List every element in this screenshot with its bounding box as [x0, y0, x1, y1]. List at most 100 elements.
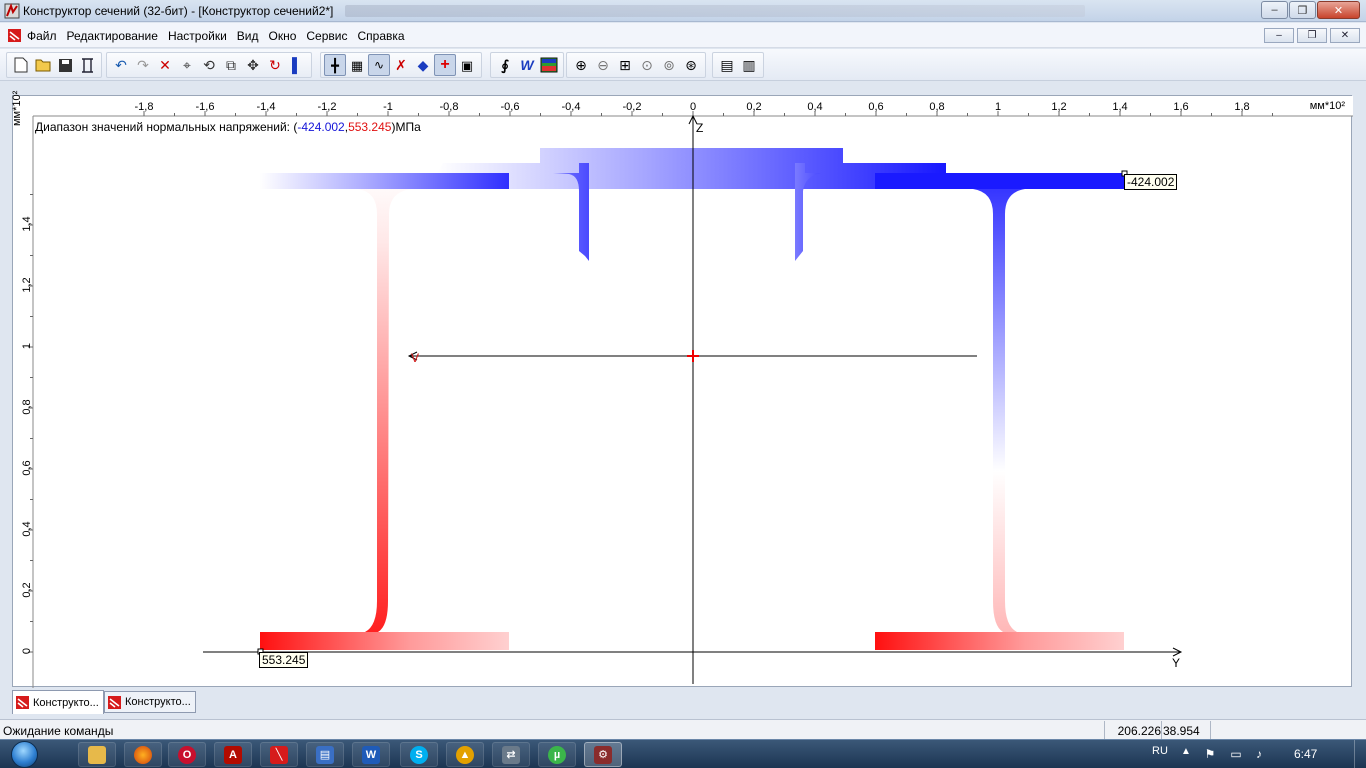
point-icon[interactable]: ◆: [412, 54, 434, 76]
rotate-node-icon[interactable]: ⟲: [198, 54, 220, 76]
y-ruler-tick-label: 0: [21, 647, 33, 655]
x-ruler-tick-label: 0,6: [868, 101, 884, 113]
report-icon[interactable]: ▥: [738, 54, 760, 76]
move-icon[interactable]: ✥: [242, 54, 264, 76]
y-ruler-tick-label: 0,4: [21, 521, 33, 537]
folder-icon: [88, 745, 106, 764]
stress-map-icon[interactable]: [538, 54, 560, 76]
title-bar: Конструктор сечений (32-бит) - [Конструк…: [0, 0, 1366, 22]
properties-icon[interactable]: ▤: [716, 54, 738, 76]
word-export-icon[interactable]: W: [516, 54, 538, 76]
zoom-prev-icon[interactable]: ⊙: [636, 54, 658, 76]
redo-icon[interactable]: ↷: [132, 54, 154, 76]
document-icon[interactable]: [8, 29, 21, 42]
x-ruler-tick-label: -0,2: [622, 101, 642, 113]
show-desktop-button[interactable]: [1354, 740, 1366, 768]
start-button[interactable]: [6, 740, 42, 768]
x-ruler-tick-label: 1: [994, 101, 1002, 113]
clip-icon[interactable]: ∮: [494, 54, 516, 76]
mdi-close-button[interactable]: ✕: [1330, 28, 1360, 43]
clock[interactable]: 6:47: [1294, 747, 1317, 761]
drawing-canvas[interactable]: Диапазон значений нормальных напряжений:…: [11, 91, 1353, 688]
save-icon[interactable]: [54, 54, 76, 76]
menu-view[interactable]: Вид: [237, 29, 259, 43]
taskbar-section-designer[interactable]: ╲: [260, 742, 298, 767]
windows-logo-icon: [10, 741, 38, 768]
maximize-button[interactable]: ❐: [1289, 1, 1316, 19]
y-ruler-tick-label: 0,8: [21, 399, 33, 415]
language-indicator[interactable]: RU: [1152, 745, 1168, 757]
left-bottom-flange: [260, 632, 509, 650]
taskbar-explorer[interactable]: [78, 742, 116, 767]
zoom-all-icon[interactable]: ⊚: [658, 54, 680, 76]
taskbar-firefox[interactable]: [124, 742, 162, 767]
menu-file[interactable]: Файл: [27, 29, 57, 43]
tab-document-2[interactable]: Конструкто...: [104, 691, 196, 713]
new-file-icon[interactable]: [10, 54, 32, 76]
menu-edit[interactable]: Редактирование: [67, 29, 158, 43]
network-tray-icon[interactable]: ▭: [1229, 747, 1243, 761]
x-ruler-tick-label: 1,6: [1173, 101, 1189, 113]
acrobat-icon: A: [224, 745, 242, 764]
taskbar-skype[interactable]: S: [400, 742, 438, 767]
close-button[interactable]: ✕: [1317, 1, 1360, 19]
tab-document-1[interactable]: Конструкто...: [12, 690, 104, 714]
x-ruler-tick-label: 1,2: [1051, 101, 1067, 113]
rotate-icon[interactable]: ↻: [264, 54, 286, 76]
show-hidden-icons[interactable]: ▲: [1181, 746, 1191, 757]
grid-icon[interactable]: ▦: [346, 54, 368, 76]
status-separator: [1104, 721, 1105, 739]
app-icon: [4, 3, 20, 19]
zoom-window-icon[interactable]: ⊞: [614, 54, 636, 76]
toolbar-tools-group: ∮ W: [490, 52, 564, 78]
range-suffix: )МПа: [391, 120, 421, 134]
mdi-minimize-button[interactable]: –: [1264, 28, 1294, 43]
minimize-button[interactable]: –: [1261, 1, 1288, 19]
undo-icon[interactable]: ↶: [110, 54, 132, 76]
trace-icon[interactable]: ∿: [368, 54, 390, 76]
tab-label: Конструкто...: [33, 696, 99, 709]
crosshair-off-icon[interactable]: ✗: [390, 54, 412, 76]
opera-icon: O: [178, 745, 196, 764]
section-designer-icon: ╲: [270, 745, 288, 764]
left-top-flange: [260, 173, 509, 189]
status-message: Ожидание команды: [3, 724, 114, 738]
action-center-icon[interactable]: ⚑: [1203, 747, 1217, 761]
taskbar-utorrent[interactable]: µ: [538, 742, 576, 767]
taskbar: O A ╲ ▤ W S ▲ ⇄ µ ⚙ RU ▲ ⚑ ▭ ♪ 6:47: [0, 739, 1366, 768]
center-mark-icon[interactable]: +: [434, 54, 456, 76]
copy-icon[interactable]: ⧉: [220, 54, 242, 76]
taskbar-section-designer-active[interactable]: ⚙: [584, 742, 622, 767]
taskbar-word[interactable]: W: [352, 742, 390, 767]
taskbar-file-manager[interactable]: ▤: [306, 742, 344, 767]
taskbar-opera[interactable]: O: [168, 742, 206, 767]
x-ruler-tick-label: -1: [383, 101, 393, 113]
menu-service[interactable]: Сервис: [306, 29, 347, 43]
taskbar-winamp[interactable]: ▲: [446, 742, 484, 767]
zoom-out-icon[interactable]: ⊖: [592, 54, 614, 76]
y-ruler-tick-label: 0,6: [21, 460, 33, 476]
page-setup-icon[interactable]: [76, 54, 98, 76]
calculator-icon[interactable]: ▣: [456, 54, 478, 76]
mdi-restore-button[interactable]: ❐: [1297, 28, 1327, 43]
menu-help[interactable]: Справка: [357, 29, 404, 43]
y-axis-label: Y: [1172, 656, 1181, 670]
zoom-in-icon[interactable]: ⊕: [570, 54, 592, 76]
mirror-icon[interactable]: ▌: [286, 54, 308, 76]
range-prefix: Диапазон значений нормальных напряжений:…: [35, 120, 298, 134]
taskbar-acrobat[interactable]: A: [214, 742, 252, 767]
toolbar-view-group: ╋ ▦ ∿ ✗ ◆ + ▣: [320, 52, 482, 78]
y-unit-label: мм*10²: [11, 90, 23, 126]
snap-node-icon[interactable]: ⌖: [176, 54, 198, 76]
axes-icon[interactable]: ╋: [324, 54, 346, 76]
file-manager-icon: ▤: [316, 745, 334, 764]
taskbar-network-tool[interactable]: ⇄: [492, 742, 530, 767]
zoom-fit-icon[interactable]: ⊛: [680, 54, 702, 76]
open-folder-icon[interactable]: [32, 54, 54, 76]
delete-icon[interactable]: ✕: [154, 54, 176, 76]
x-ruler-tick-label: 0: [689, 101, 697, 113]
volume-icon[interactable]: ♪: [1252, 747, 1266, 761]
menu-window[interactable]: Окно: [269, 29, 297, 43]
menu-settings[interactable]: Настройки: [168, 29, 227, 43]
y-ruler-tick-label: 0,2: [21, 582, 33, 598]
